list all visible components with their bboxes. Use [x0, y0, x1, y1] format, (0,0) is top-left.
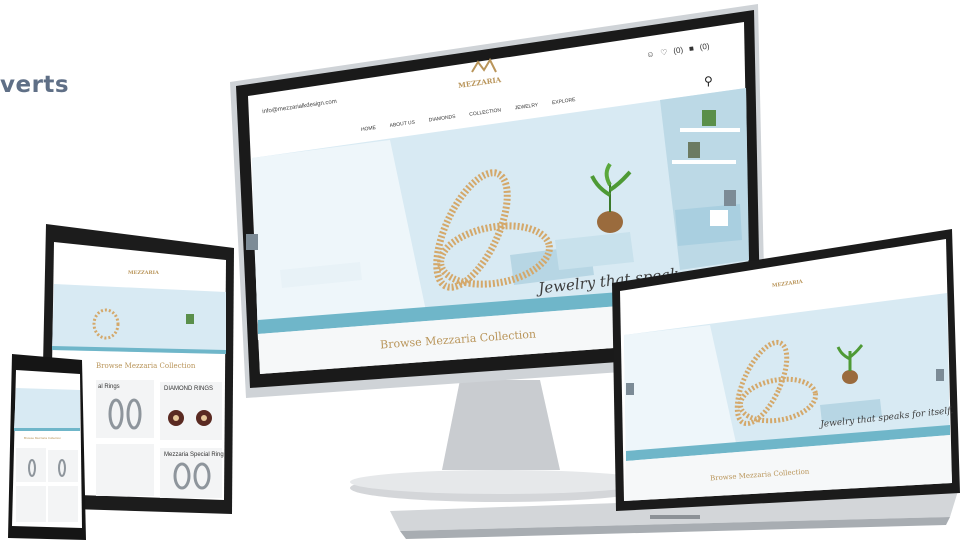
laptop-frame	[390, 229, 960, 539]
monitor-prev-arrow[interactable]	[246, 234, 258, 250]
monitor-next-arrow[interactable]	[724, 190, 736, 206]
tablet-product-card-3[interactable]	[96, 444, 154, 496]
phone-product-card-1[interactable]	[16, 448, 46, 482]
laptop: MEZZARIA Jewelry that speaks for itself.…	[380, 225, 961, 543]
wishlist-count: (0)	[672, 45, 684, 56]
phone-browse-label[interactable]: Browse Mezzaria Collection	[24, 436, 61, 440]
bag-icon[interactable]: ■	[688, 44, 694, 54]
phone-product-card-3[interactable]	[16, 486, 46, 522]
cart-count: (0)	[699, 41, 711, 52]
tablet-logo-text: MEZZARIA	[128, 270, 159, 276]
search-icon[interactable]: ⚲	[704, 74, 713, 88]
phone: Browse Mezzaria Collection	[2, 352, 88, 543]
laptop-next-arrow[interactable]	[936, 369, 944, 381]
phone-product-card-2[interactable]	[48, 450, 78, 482]
tablet-partial-label: al Rings	[98, 384, 120, 390]
tablet-product-name-1: DIAMOND RINGS	[164, 386, 214, 392]
tablet-browse-label[interactable]: Browse Mezzaria Collection	[96, 362, 195, 370]
phone-product-card-4[interactable]	[48, 486, 78, 522]
phone-frame	[8, 354, 86, 540]
page-heading-fragment: verts	[0, 72, 70, 98]
user-icon[interactable]: ☺	[646, 49, 655, 59]
laptop-prev-arrow[interactable]	[626, 383, 634, 395]
heart-icon[interactable]: ♡	[660, 48, 668, 58]
tablet-product-name-2: Mezzaria Special Ring	[164, 452, 224, 458]
